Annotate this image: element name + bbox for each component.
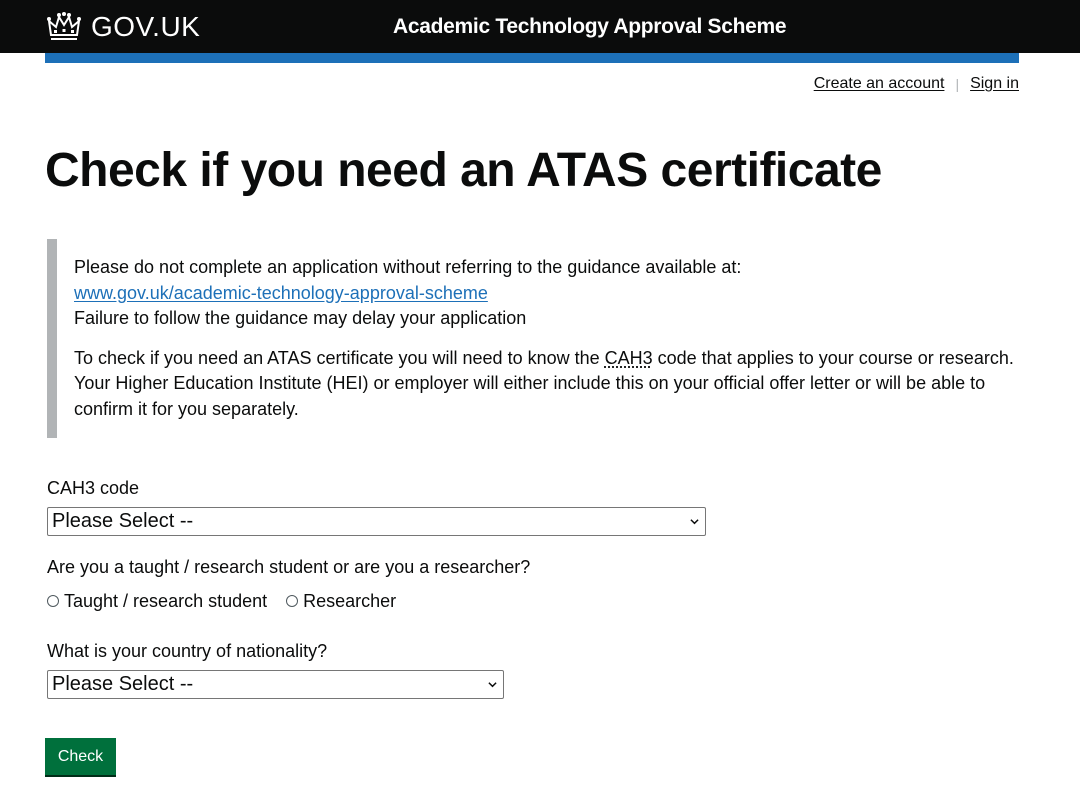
sign-in-link[interactable]: Sign in [970,74,1019,94]
account-nav: Create an account | Sign in [814,74,1019,94]
radio-circle[interactable] [47,595,59,607]
logo-text: GOV.UK [91,11,201,42]
header-accent-bar [45,53,1019,63]
check-button[interactable]: Check [45,738,116,775]
cah3-label: CAH3 code [47,478,140,498]
radio-label-researcher: Researcher [303,591,397,611]
role-question: Are you a taught / research student or a… [47,557,531,577]
nationality-label: What is your country of nationality? [47,641,328,661]
radio-researcher[interactable]: Researcher [286,590,396,612]
page-title: Check if you need an ATAS certificate [45,144,882,197]
cah3-select[interactable]: Please Select -- [47,507,706,536]
radio-taught-research-student[interactable]: Taught / research student [47,590,267,612]
service-name-link[interactable]: Academic Technology Approval Scheme [393,13,787,41]
chevron-down-icon [488,682,497,688]
account-separator: | [955,76,960,92]
govuk-logo-link[interactable]: GOV.UK [46,9,200,45]
site-header: GOV.UK Academic Technology Approval Sche… [0,0,1080,53]
radio-circle[interactable] [286,595,299,607]
cah3-explanation: To check if you need an ATAS certificate… [74,346,1019,423]
radio-label-student: Taught / research student [64,591,268,611]
nationality-select[interactable]: Please Select -- [47,670,504,699]
create-account-link[interactable]: Create an account [814,74,945,94]
crown-icon [47,12,81,40]
nationality-select-value: Please Select -- [52,673,194,695]
guidance-line-1: Please do not complete an application wi… [74,257,742,277]
guidance-text: Please do not complete an application wi… [74,255,1019,332]
guidance-inset: Please do not complete an application wi… [47,239,1019,438]
guidance-line-2: Failure to follow the guidance may delay… [74,308,527,328]
cah3-abbr: CAH3 [604,347,653,368]
cah3-select-value: Please Select -- [52,510,194,532]
explanation-prefix: To check if you need an ATAS certificate… [74,347,605,368]
chevron-down-icon [690,519,699,525]
guidance-link[interactable]: www.gov.uk/academic-technology-approval-… [74,283,488,303]
role-radio-group: Taught / research student Researcher [47,590,396,612]
